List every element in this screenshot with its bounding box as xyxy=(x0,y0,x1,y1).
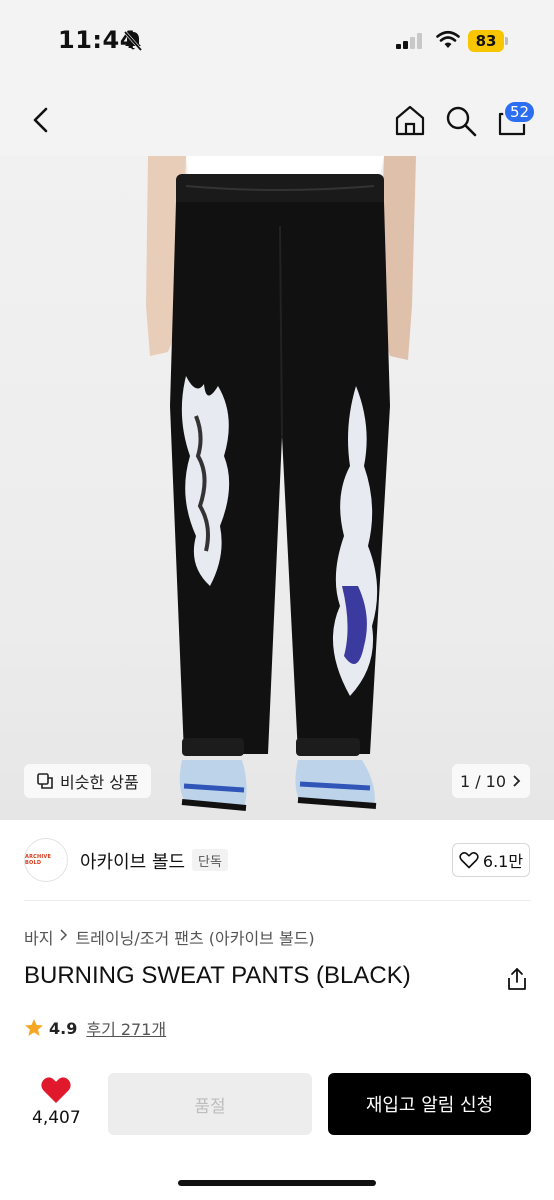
similar-products-button[interactable]: 비슷한 상품 xyxy=(24,764,151,798)
star-icon xyxy=(25,1019,43,1036)
brand-name[interactable]: 아카이브 볼드 xyxy=(80,848,185,874)
heart-filled-icon[interactable] xyxy=(40,1075,72,1105)
rating-row: 4.9 후기 271개 xyxy=(24,1016,166,1040)
breadcrumb-subcategory[interactable]: 트레이닝/조거 팬츠 (아카이브 볼드) xyxy=(75,925,314,949)
product-image[interactable] xyxy=(0,156,554,820)
similar-products-label: 비슷한 상품 xyxy=(60,773,139,792)
brand-like-count: 6.1만 xyxy=(482,852,524,871)
review-link[interactable]: 후기 271개 xyxy=(86,1016,166,1040)
rating-value: 4.9 xyxy=(49,1018,78,1038)
bell-off-icon xyxy=(123,31,143,51)
product-title: BURNING SWEAT PANTS (BLACK) xyxy=(24,962,411,989)
brand-logo[interactable]: ARCHIVE BOLD xyxy=(24,838,68,882)
breadcrumb: 바지 트레이닝/조거 팬츠 (아카이브 볼드) xyxy=(24,925,315,949)
heart-count: 4,407 xyxy=(32,1108,81,1128)
wifi-icon xyxy=(436,30,460,48)
status-bar: 11:44 83 xyxy=(0,0,554,84)
breadcrumb-category[interactable]: 바지 xyxy=(24,925,53,949)
heart-outline-icon xyxy=(459,852,479,869)
battery-icon: 83 xyxy=(468,30,504,52)
restock-alert-button[interactable]: 재입고 알림 신청 xyxy=(328,1073,531,1135)
battery-nub xyxy=(505,37,508,45)
share-icon[interactable] xyxy=(504,966,530,992)
divider xyxy=(24,900,530,901)
brand-like-button[interactable]: 6.1만 xyxy=(452,843,530,877)
chevron-right-icon xyxy=(60,929,68,941)
product-photo xyxy=(146,156,416,811)
chevron-right-icon xyxy=(513,775,521,787)
home-icon[interactable] xyxy=(392,102,428,138)
soldout-button[interactable]: 품절 xyxy=(108,1073,312,1135)
exclusive-tag: 단독 xyxy=(192,849,228,871)
nav-bar xyxy=(0,84,554,156)
signal-icon xyxy=(396,33,422,49)
similar-icon xyxy=(37,773,53,789)
page-indicator-label: 1 / 10 xyxy=(459,771,507,791)
cart-badge: 52 xyxy=(503,100,537,124)
home-indicator xyxy=(178,1180,376,1186)
search-icon[interactable] xyxy=(444,104,478,138)
image-page-indicator[interactable]: 1 / 10 xyxy=(452,764,530,798)
back-icon[interactable] xyxy=(26,104,56,136)
